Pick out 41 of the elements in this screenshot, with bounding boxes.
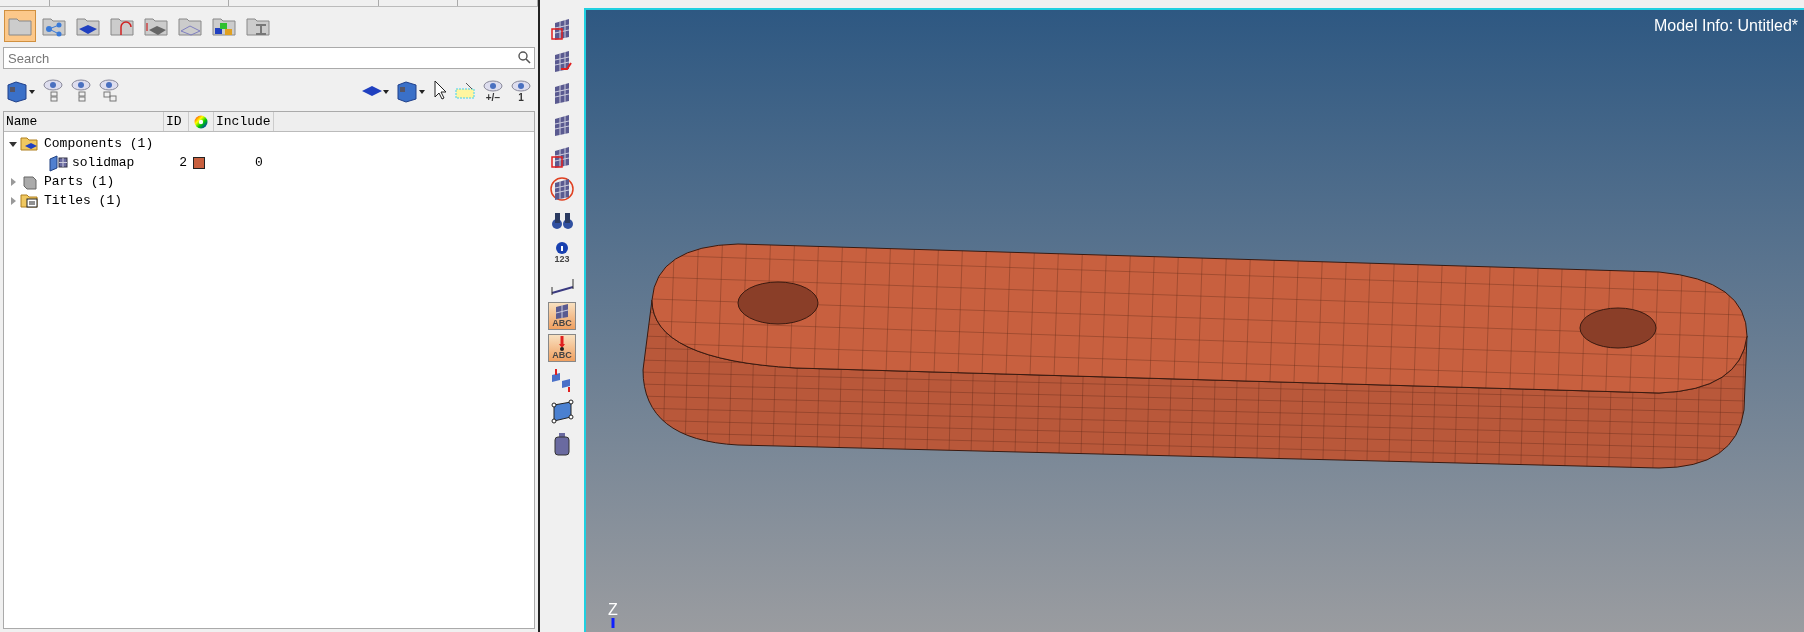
panel-dropdown-icon bbox=[396, 79, 426, 103]
tree-item[interactable]: solidmap bbox=[70, 152, 170, 173]
label-pin-icon bbox=[556, 335, 568, 351]
toolbar-button[interactable]: +/− bbox=[482, 80, 504, 102]
expand-icon[interactable] bbox=[8, 176, 18, 187]
side-toolbar-button[interactable]: ABC bbox=[548, 334, 576, 362]
eye-icon bbox=[482, 80, 504, 94]
eye-tree-icon bbox=[70, 79, 92, 103]
color-wheel-icon[interactable] bbox=[194, 114, 208, 129]
color-swatch[interactable] bbox=[193, 156, 205, 169]
include-cell-text: 0 bbox=[255, 153, 263, 172]
toolbar-button[interactable] bbox=[6, 79, 36, 103]
mesh-surface-icon bbox=[48, 153, 68, 172]
toolbar-button[interactable] bbox=[396, 79, 426, 103]
column-header[interactable]: ID bbox=[164, 112, 189, 131]
tree-item[interactable]: Components (1) bbox=[42, 133, 156, 154]
eye-swap-icon bbox=[98, 79, 120, 103]
toolbar-button[interactable]: 1 bbox=[510, 80, 532, 102]
mesh-icon bbox=[549, 175, 575, 201]
panel-dropdown-icon bbox=[6, 79, 36, 103]
3d-viewport[interactable]: Model Info: Untitled* Z bbox=[584, 8, 1804, 632]
side-toolbar-button[interactable]: ABC bbox=[548, 302, 576, 330]
tree-item[interactable]: Titles (1) bbox=[42, 190, 124, 211]
side-toolbar-button[interactable] bbox=[548, 398, 576, 426]
axis-label: Z bbox=[608, 602, 618, 618]
model-info-label: Model Info: Untitled* bbox=[1653, 16, 1798, 36]
quad-element-icon bbox=[549, 399, 575, 425]
column-header[interactable]: Include bbox=[214, 112, 274, 131]
search-field[interactable]: Search bbox=[3, 47, 535, 69]
expand-icon[interactable] bbox=[8, 195, 18, 206]
id-cell-text: 2 bbox=[178, 153, 188, 172]
column-header[interactable]: Name bbox=[4, 112, 164, 131]
title-folder-icon bbox=[20, 191, 40, 210]
search-icon bbox=[518, 51, 531, 64]
side-toolbar-button[interactable] bbox=[548, 174, 576, 202]
eye-icon bbox=[510, 80, 532, 94]
tree-item[interactable]: Parts (1) bbox=[42, 171, 117, 192]
eye-tree-icon bbox=[42, 79, 64, 103]
side-toolbar-button[interactable]: 123 bbox=[548, 238, 576, 266]
label-mesh-icon bbox=[554, 303, 570, 319]
component-folder-icon bbox=[20, 134, 40, 153]
